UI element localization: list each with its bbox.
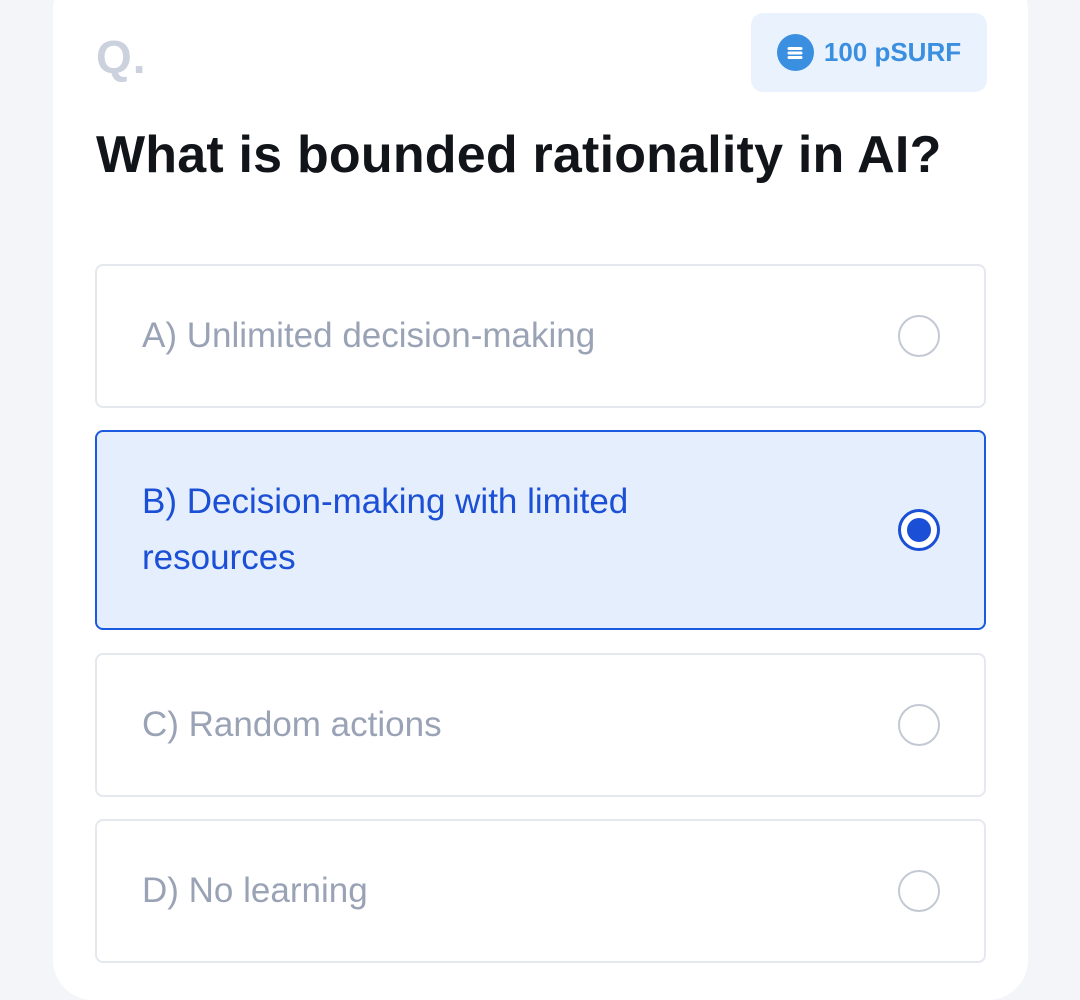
radio-dot-icon [907, 518, 931, 542]
option-label: D) No learning [142, 871, 368, 910]
question-marker: Q. [96, 31, 147, 83]
answer-option-a[interactable]: A) Unlimited decision-making [95, 264, 986, 408]
radio-button-checked[interactable] [898, 509, 940, 551]
answer-option-b[interactable]: B) Decision-making with limited resource… [95, 430, 986, 630]
answer-option-d[interactable]: D) No learning [95, 819, 986, 963]
reward-badge: 100 pSURF [751, 13, 987, 92]
reward-amount: 100 pSURF [823, 37, 962, 67]
radio-button[interactable] [898, 315, 940, 357]
option-label: A) Unlimited decision-making [142, 316, 596, 355]
radio-button[interactable] [898, 704, 940, 746]
surf-token-icon [776, 34, 814, 71]
option-label: B) Decision-making with limited resource… [142, 482, 629, 577]
question-text: What is bounded rationality in AI? [96, 126, 942, 184]
radio-button[interactable] [898, 870, 940, 912]
answer-option-c[interactable]: C) Random actions [95, 653, 986, 797]
option-label: C) Random actions [142, 705, 442, 744]
